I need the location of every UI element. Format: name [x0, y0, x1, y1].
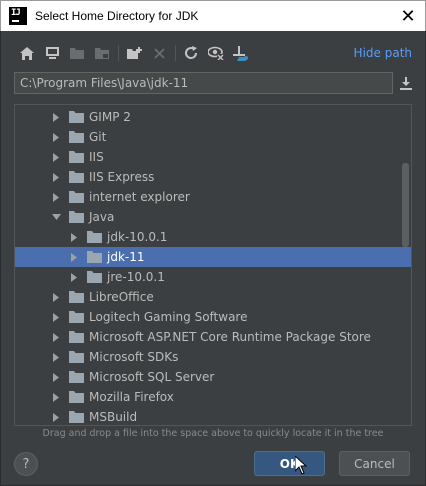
tree-row-label: GIMP 2	[89, 110, 131, 124]
folder-icon	[69, 330, 85, 344]
module-icon	[91, 42, 113, 64]
window-title: Select Home Directory for JDK	[35, 9, 199, 23]
tree-row[interactable]: Java	[15, 207, 411, 227]
intellij-icon: IJ	[9, 7, 27, 25]
tree-row[interactable]: IIS	[15, 147, 411, 167]
expand-down-arrow-icon[interactable]	[51, 207, 61, 227]
expand-right-arrow-icon[interactable]	[51, 307, 61, 327]
tree-row[interactable]: Microsoft SDKs	[15, 347, 411, 367]
tree-row-label: LibreOffice	[89, 290, 154, 304]
mouse-cursor-icon	[294, 454, 308, 478]
tree-row[interactable]: jdk-11	[15, 247, 411, 267]
folder-icon	[69, 390, 85, 404]
expand-right-arrow-icon[interactable]	[51, 147, 61, 167]
folder-icon	[69, 290, 85, 304]
folder-icon	[87, 250, 103, 264]
tree-row-label: Microsoft SQL Server	[89, 370, 215, 384]
path-input[interactable]: C:\Program Files\Java\jdk-11	[14, 72, 393, 94]
tree-row[interactable]: Microsoft SQL Server	[15, 367, 411, 387]
tree-row-label: Git	[89, 130, 107, 144]
folder-icon	[69, 370, 85, 384]
tree-row[interactable]: LibreOffice	[15, 287, 411, 307]
expand-right-arrow-icon[interactable]	[51, 347, 61, 367]
toolbar-separator	[118, 45, 119, 61]
tree-row[interactable]: GIMP 2	[15, 107, 411, 127]
tree-row-label: Microsoft SDKs	[89, 350, 179, 364]
desktop-icon[interactable]	[41, 42, 63, 64]
show-hidden-icon[interactable]	[205, 42, 227, 64]
close-button[interactable]: ✕	[391, 1, 425, 31]
tree-row[interactable]: Mozilla Firefox	[15, 387, 411, 407]
expand-right-arrow-icon[interactable]	[51, 367, 61, 387]
folder-icon	[69, 350, 85, 364]
hide-path-link[interactable]: Hide path	[354, 46, 412, 60]
tree-row-label: jdk-10.0.1	[107, 230, 168, 244]
tree-row-label: IIS	[89, 150, 104, 164]
tree-row-label: jre-10.0.1	[107, 270, 165, 284]
folder-icon	[69, 130, 85, 144]
expand-right-arrow-icon[interactable]	[51, 287, 61, 307]
expand-right-arrow-icon[interactable]	[69, 247, 79, 267]
delete-icon	[148, 42, 170, 64]
folder-icon	[87, 270, 103, 284]
expand-right-arrow-icon[interactable]	[69, 267, 79, 287]
title-bar: IJ Select Home Directory for JDK ✕	[0, 0, 426, 31]
folder-icon	[69, 170, 85, 184]
toolbar	[16, 42, 255, 64]
refresh-icon[interactable]	[180, 42, 202, 64]
expand-right-arrow-icon[interactable]	[51, 327, 61, 347]
expand-right-arrow-icon[interactable]	[51, 187, 61, 207]
attach-icon[interactable]	[230, 42, 252, 64]
folder-icon	[69, 410, 85, 424]
ok-button[interactable]: OK	[254, 451, 325, 476]
project-icon	[66, 42, 88, 64]
home-icon[interactable]	[16, 42, 38, 64]
expand-right-arrow-icon[interactable]	[51, 127, 61, 147]
drag-drop-hint: Drag and drop a file into the space abov…	[42, 428, 384, 439]
expand-right-arrow-icon[interactable]	[51, 107, 61, 127]
tree-row[interactable]: IIS Express	[15, 167, 411, 187]
folder-icon	[69, 190, 85, 204]
tree-row-label: Mozilla Firefox	[89, 390, 174, 404]
tree-row-label: Java	[89, 210, 115, 224]
tree-row[interactable]: Logitech Gaming Software	[15, 307, 411, 327]
expand-right-arrow-icon[interactable]	[51, 167, 61, 187]
folder-icon	[69, 310, 85, 324]
tree-row[interactable]: internet explorer	[15, 187, 411, 207]
folder-icon	[69, 150, 85, 164]
tree-row[interactable]: Microsoft ASP.NET Core Runtime Package S…	[15, 327, 411, 347]
help-button[interactable]: ?	[14, 452, 38, 476]
tree-row[interactable]: jdk-10.0.1	[15, 227, 411, 247]
tree-row-label: Logitech Gaming Software	[89, 310, 248, 324]
tree-scrollbar[interactable]	[402, 163, 409, 247]
tree-row-label: IIS Express	[89, 170, 155, 184]
tree-row-label: jdk-11	[107, 250, 145, 264]
tree-row[interactable]: jre-10.0.1	[15, 267, 411, 287]
expand-right-arrow-icon[interactable]	[51, 387, 61, 407]
tree-row-label: Microsoft ASP.NET Core Runtime Package S…	[89, 330, 371, 344]
tree-row[interactable]: Git	[15, 127, 411, 147]
folder-icon	[69, 110, 85, 124]
expand-right-arrow-icon[interactable]	[51, 407, 61, 425]
toolbar-separator	[175, 45, 176, 61]
new-folder-icon[interactable]	[123, 42, 145, 64]
folder-icon	[87, 230, 103, 244]
cancel-button[interactable]: Cancel	[339, 451, 410, 476]
download-icon[interactable]	[397, 74, 415, 92]
tree-row-label: MSBuild	[89, 410, 138, 424]
tree-row-label: internet explorer	[89, 190, 190, 204]
file-tree[interactable]: GIMP 2 Git IIS IIS Express internet explorer…	[14, 104, 412, 426]
folder-icon	[69, 210, 85, 224]
expand-right-arrow-icon[interactable]	[69, 227, 79, 247]
tree-row[interactable]: MSBuild	[15, 407, 411, 425]
